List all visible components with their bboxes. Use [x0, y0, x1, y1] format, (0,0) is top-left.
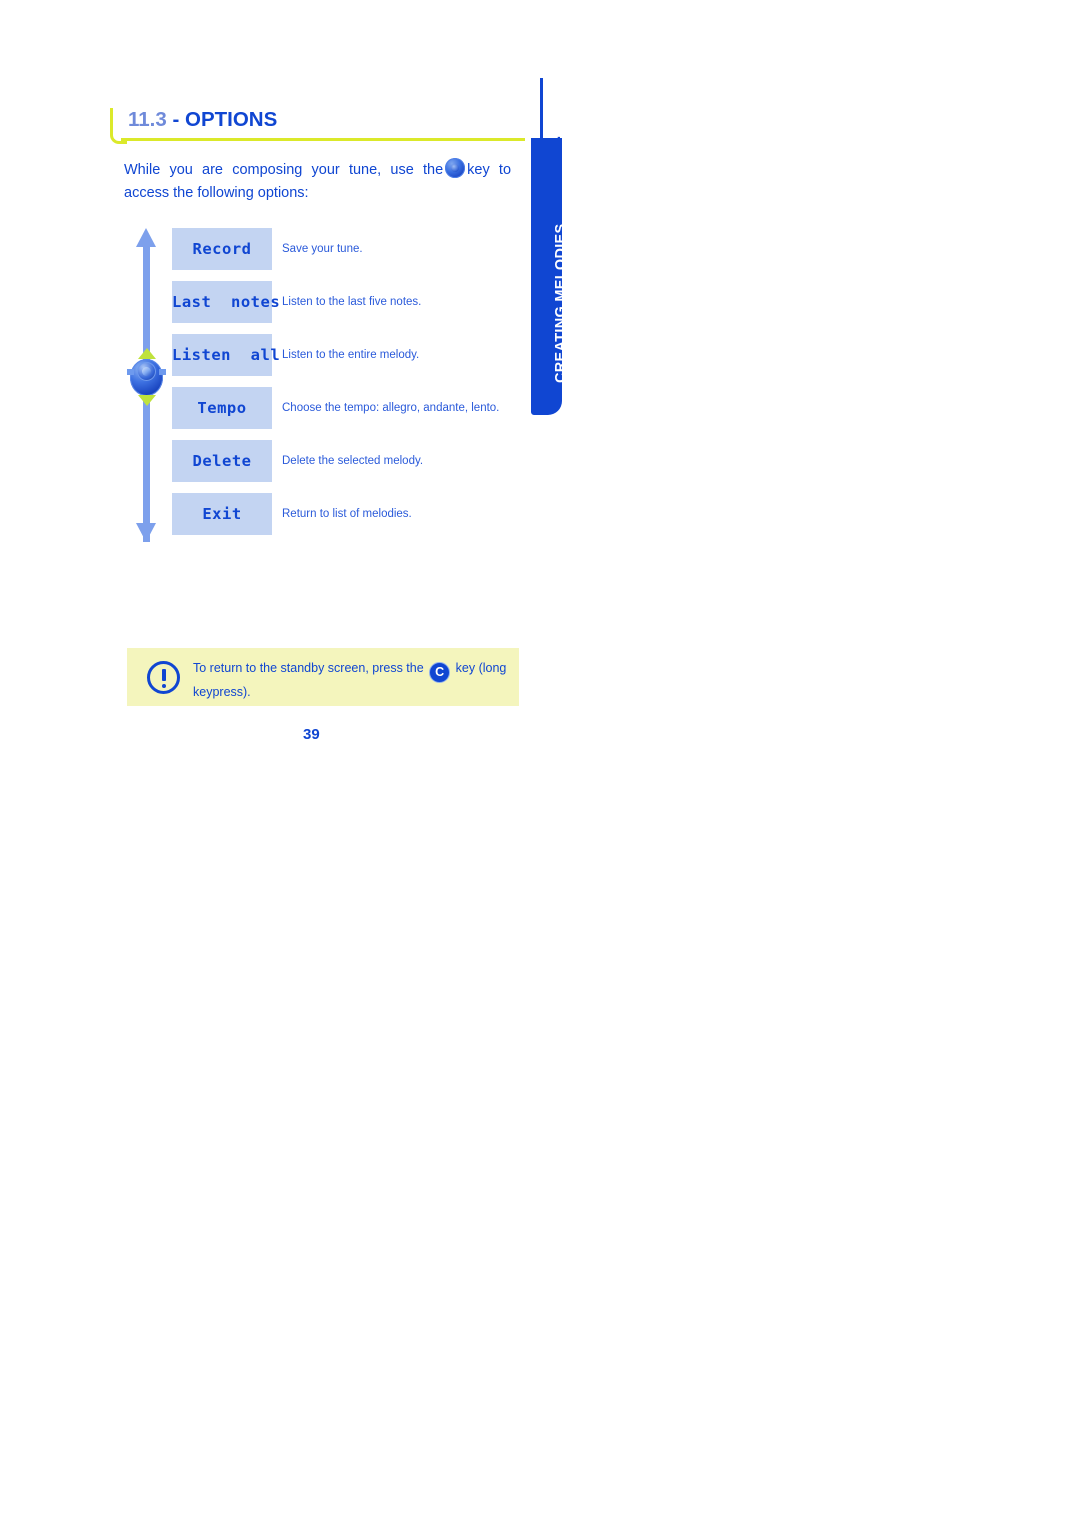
- nav-key-icon: [445, 158, 466, 178]
- menu-item-description: Delete the selected melody.: [282, 455, 424, 467]
- menu-item-label[interactable]: Delete: [172, 440, 272, 482]
- menu-row: Tempo Choose the tempo: allegro, andante…: [172, 387, 524, 429]
- intro-text-after-key: key to: [467, 162, 512, 178]
- navigation-key-right-nub: [159, 369, 166, 375]
- heading-underline-rule: [121, 138, 525, 141]
- page-number: 39: [303, 726, 320, 743]
- menu-row: Listen all Listen to the entire melody.: [172, 334, 524, 376]
- section-heading: 11.3 - OPTIONS: [110, 108, 525, 144]
- manual-page: 11 CREATING MELODIES 11.3 - OPTIONS Whil…: [0, 0, 1080, 1528]
- note-text: To return to the standby screen, press t…: [193, 659, 509, 701]
- intro-line-1: While you are composing your tune, use t…: [124, 158, 511, 182]
- menu-row: Record Save your tune.: [172, 228, 524, 270]
- menu-row: Last notes Listen to the last five notes…: [172, 281, 524, 323]
- side-tab-body: CREATING MELODIES: [531, 138, 569, 415]
- chapter-side-tab: 11 CREATING MELODIES: [531, 78, 569, 415]
- navigation-key-center: [137, 362, 156, 381]
- navigation-key-icon: [126, 348, 167, 407]
- options-menu-diagram: Record Save your tune. Last notes Listen…: [124, 228, 524, 543]
- menu-item-description: Save your tune.: [282, 243, 363, 255]
- navigation-key-left-nub: [127, 369, 134, 375]
- menu-item-label[interactable]: Tempo: [172, 387, 272, 429]
- menu-item-label[interactable]: Listen all: [172, 334, 280, 376]
- menu-row: Exit Return to list of melodies.: [172, 493, 524, 535]
- heading-section-number: 11.3: [128, 108, 167, 131]
- page-title: 11.3 - OPTIONS: [128, 105, 277, 135]
- intro-paragraph: While you are composing your tune, use t…: [124, 158, 511, 205]
- exclamation-circle-icon: [147, 661, 180, 694]
- menu-item-description: Listen to the entire melody.: [282, 349, 420, 361]
- note-callout: To return to the standby screen, press t…: [127, 648, 519, 706]
- menu-item-label[interactable]: Last notes: [172, 281, 280, 323]
- navigation-key-up-triangle-icon: [138, 348, 156, 359]
- menu-item-description: Choose the tempo: allegro, andante, lent…: [282, 402, 500, 414]
- navigation-key-down-triangle-icon: [138, 395, 156, 406]
- heading-section-title: OPTIONS: [185, 108, 278, 131]
- side-tab-chapter-label: CREATING MELODIES: [553, 223, 569, 383]
- menu-row: Delete Delete the selected melody.: [172, 440, 524, 482]
- scroll-down-arrow-icon: [136, 523, 156, 542]
- menu-item-label[interactable]: Exit: [172, 493, 272, 535]
- note-text-before-key: To return to the standby screen, press t…: [193, 661, 424, 675]
- menu-item-description: Return to list of melodies.: [282, 508, 412, 520]
- heading-separator: -: [166, 108, 185, 131]
- intro-text-before-key: While you are composing your tune, use t…: [124, 162, 444, 178]
- menu-item-description: Listen to the last five notes.: [282, 296, 422, 308]
- intro-line-2: access the following options:: [124, 185, 309, 201]
- menu-item-label[interactable]: Record: [172, 228, 272, 270]
- c-key-icon: C: [429, 662, 451, 683]
